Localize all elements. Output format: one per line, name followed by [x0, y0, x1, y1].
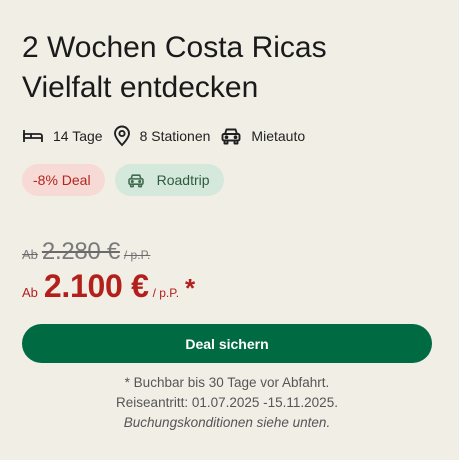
booking-note-deadline: * Buchbar bis 30 Tage vor Abfahrt. — [124, 375, 330, 390]
offer-title-line2: Vielfalt entdecken — [22, 71, 259, 104]
booking-note-travel-period: Reiseantritt: 01.07.2025 -15.11.2025. — [116, 395, 338, 410]
booking-note-conditions: Buchungskonditionen siehe unten. — [123, 415, 331, 430]
deal-price-amount: 2.100 € — [43, 268, 149, 304]
deal-price-prefix: Ab — [22, 285, 38, 300]
deal-price-unit: / p.P. — [152, 286, 180, 300]
car-icon — [127, 173, 144, 187]
deal-badge: -8% Deal — [22, 164, 105, 196]
feature-list: 14 Tage 8 Stationen Mietauto — [22, 124, 315, 148]
deal-sichern-button[interactable]: Deal sichern — [22, 324, 432, 363]
bed-icon — [23, 130, 43, 142]
location-pin-icon — [113, 125, 130, 147]
feature-stations-label: 8 Stationen — [139, 128, 211, 144]
deal-price-asterisk: * — [185, 273, 196, 303]
feature-transport: Mietauto — [220, 127, 305, 145]
original-price-unit: / p.P. — [123, 248, 151, 262]
original-price-prefix: Ab — [22, 247, 38, 262]
feature-duration: 14 Tage — [22, 128, 103, 144]
badge-row: -8% Deal Roadtrip — [22, 164, 234, 196]
roadtrip-badge-label: Roadtrip — [156, 172, 210, 188]
offer-title-line1: 2 Wochen Costa Ricas — [22, 31, 327, 64]
offer-title: 2 Wochen Costa Ricas Vielfalt entdecken — [22, 28, 432, 108]
feature-transport-label: Mietauto — [251, 128, 306, 144]
car-icon — [221, 128, 241, 145]
feature-duration-label: 14 Tage — [53, 128, 103, 144]
booking-notes: * Buchbar bis 30 Tage vor Abfahrt. Reise… — [22, 373, 432, 433]
original-price-amount: 2.280 € — [41, 238, 120, 265]
deal-badge-label: -8% Deal — [33, 172, 91, 188]
feature-stations: 8 Stationen — [113, 125, 211, 147]
original-price: Ab 2.280 € / p.P. — [22, 238, 150, 266]
offer-card: 2 Wochen Costa Ricas Vielfalt entdecken … — [22, 0, 436, 460]
roadtrip-badge: Roadtrip — [114, 164, 224, 196]
deal-price: Ab 2.100 € / p.P. * — [22, 268, 195, 305]
